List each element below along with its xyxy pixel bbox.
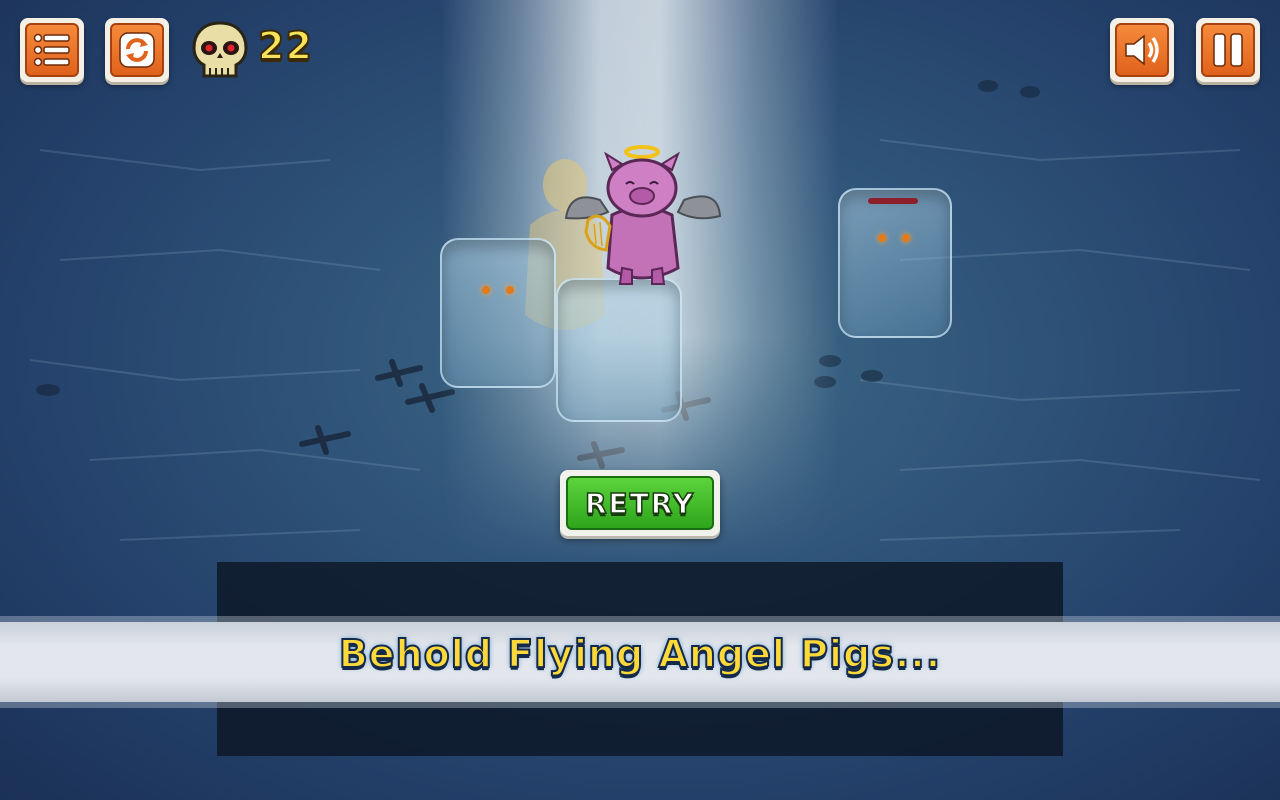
frozen-enemy-center (556, 278, 682, 422)
enemy-eyes (874, 234, 914, 244)
pause-icon (1213, 33, 1243, 67)
pause-button[interactable] (1196, 18, 1260, 82)
kill-counter: 22 (257, 23, 313, 69)
restart-arrows-icon (119, 32, 155, 68)
retry-button[interactable]: RETRY (560, 470, 720, 536)
enemy-eyes (478, 286, 518, 296)
list-menu-icon (33, 33, 70, 67)
skull-icon (192, 21, 248, 78)
menu-button[interactable] (20, 18, 84, 82)
enemy-health-bar (868, 198, 918, 204)
frozen-enemy-right (838, 188, 952, 338)
harp-icon (584, 214, 612, 252)
halo-icon (624, 145, 660, 159)
restart-button[interactable] (105, 18, 169, 82)
frozen-enemy-left (440, 238, 556, 388)
angel-pig-character (564, 145, 722, 285)
left-wing (564, 196, 610, 220)
retry-label: RETRY (584, 486, 696, 521)
right-wing (676, 195, 722, 220)
speaker-icon (1125, 34, 1159, 66)
caption-text: Behold Flying Angel Pigs... (338, 631, 942, 677)
sound-button[interactable] (1110, 18, 1174, 82)
